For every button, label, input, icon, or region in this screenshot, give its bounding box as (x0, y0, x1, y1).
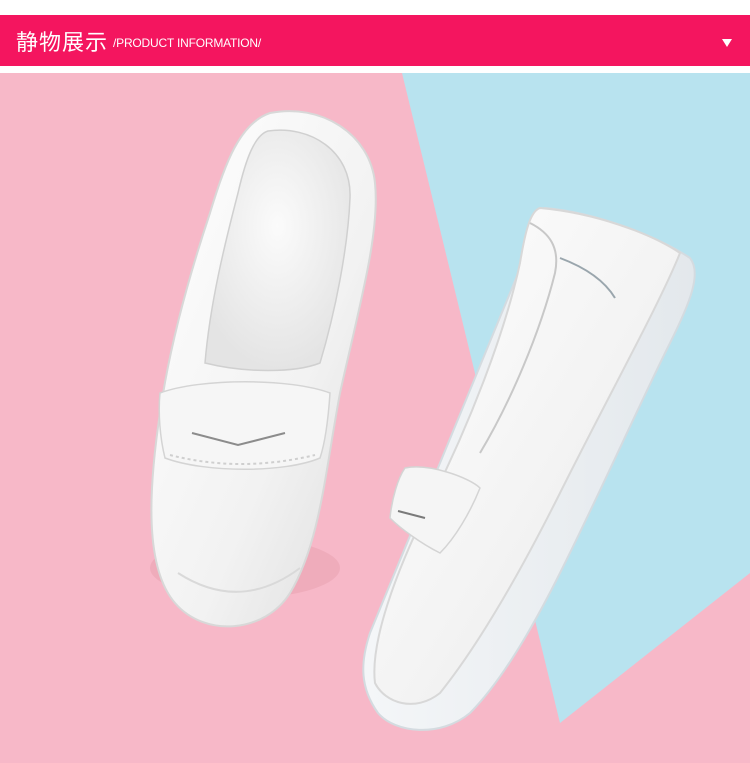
triangle-down-icon[interactable] (722, 39, 732, 47)
section-header: 静物展示 /PRODUCT INFORMATION/ (0, 0, 750, 73)
section-title-cn: 静物展示 (16, 31, 109, 56)
section-title-en: /PRODUCT INFORMATION/ (113, 36, 262, 50)
header-bar: 静物展示 /PRODUCT INFORMATION/ (0, 15, 750, 66)
product-photo (0, 73, 750, 763)
shoe-still-life (0, 73, 750, 763)
